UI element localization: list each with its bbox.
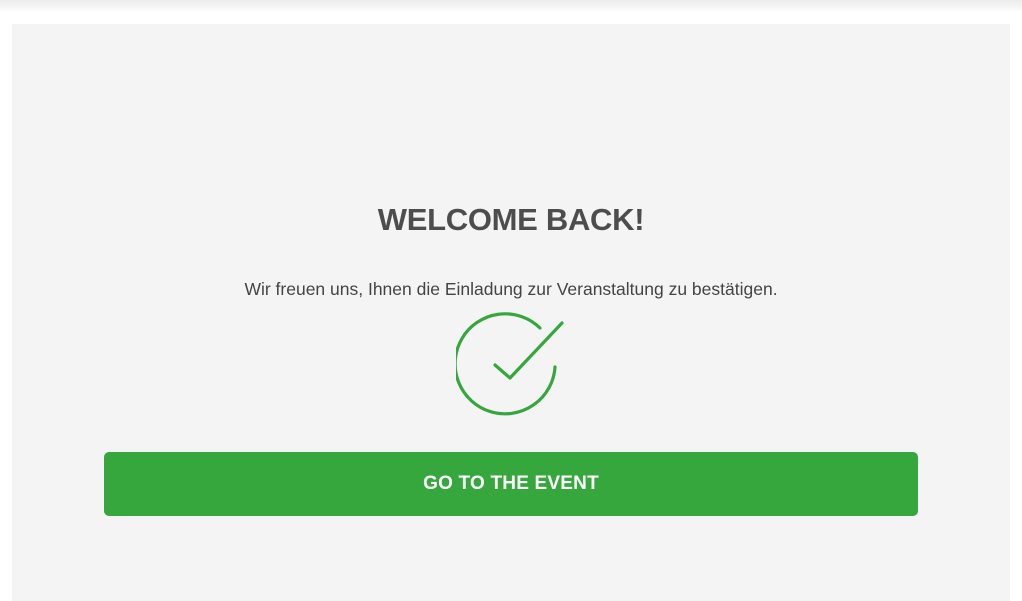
- page-title: WELCOME BACK!: [377, 202, 645, 237]
- checkmark-circle-icon: [456, 312, 564, 416]
- top-shadow-divider: [0, 0, 1022, 12]
- confirmation-message: Wir freuen uns, Ihnen die Einladung zur …: [244, 279, 778, 299]
- go-to-event-button[interactable]: GO TO THE EVENT: [104, 452, 918, 516]
- confirmation-card: WELCOME BACK! Wir freuen uns, Ihnen die …: [12, 24, 1010, 601]
